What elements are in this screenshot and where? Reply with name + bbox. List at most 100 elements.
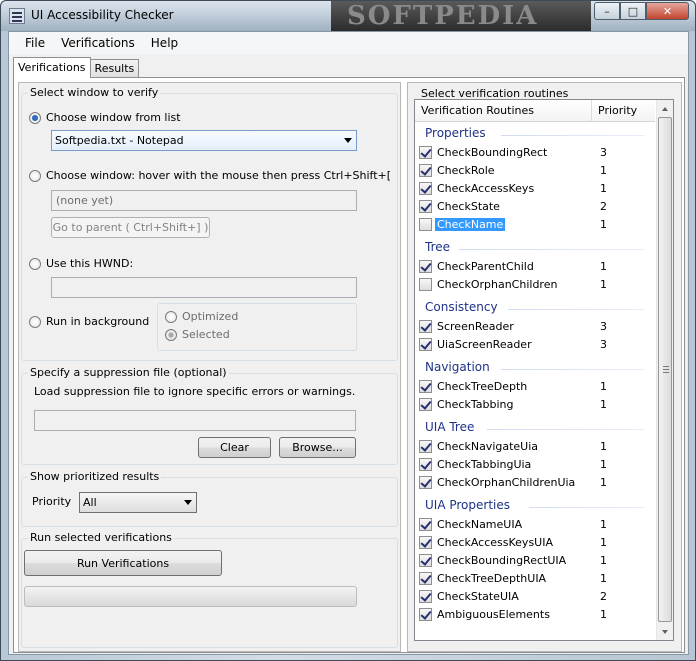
radio-selected[interactable]: Selected bbox=[165, 328, 230, 341]
radio-choose-from-list[interactable]: Choose window from list bbox=[29, 111, 181, 124]
routine-row[interactable]: CheckAccessKeys 1 bbox=[415, 180, 655, 198]
routine-row[interactable]: CheckOrphanChildrenUia 1 bbox=[415, 474, 655, 492]
checkbox-unchecked[interactable] bbox=[419, 278, 432, 291]
clear-button[interactable]: Clear bbox=[198, 437, 271, 458]
radio-use-hwnd-label: Use this HWND: bbox=[46, 257, 134, 270]
scroll-up-arrow[interactable] bbox=[657, 100, 673, 117]
routines-list[interactable]: Verification Routines Priority Propertie… bbox=[414, 99, 674, 641]
radio-optimized[interactable]: Optimized bbox=[165, 310, 238, 323]
hwnd-field[interactable] bbox=[51, 277, 357, 298]
checkbox-checked[interactable] bbox=[419, 338, 432, 351]
checkbox-checked[interactable] bbox=[419, 398, 432, 411]
routine-row[interactable]: CheckTabbing 1 bbox=[415, 396, 655, 414]
routine-row[interactable]: CheckTreeDepth 1 bbox=[415, 378, 655, 396]
routine-name: CheckTabbing bbox=[437, 398, 514, 411]
suppression-title: Specify a suppression file (optional) bbox=[28, 366, 229, 379]
close-button[interactable]: ✕ bbox=[646, 2, 689, 20]
routine-name: CheckRole bbox=[437, 164, 495, 177]
chevron-down-icon bbox=[184, 500, 192, 505]
go-to-parent-button[interactable]: Go to parent ( Ctrl+Shift+] ) bbox=[51, 217, 210, 238]
select-window-title: Select window to verify bbox=[28, 86, 161, 99]
routine-row[interactable]: CheckState 2 bbox=[415, 198, 655, 216]
routine-row[interactable]: AmbiguousElements 1 bbox=[415, 606, 655, 624]
routine-row[interactable]: CheckBoundingRect 3 bbox=[415, 144, 655, 162]
routine-priority: 3 bbox=[600, 146, 607, 159]
arrow-up-icon bbox=[662, 106, 668, 111]
routine-row[interactable]: CheckAccessKeysUIA 1 bbox=[415, 534, 655, 552]
scroll-thumb[interactable] bbox=[658, 117, 672, 622]
column-header-priority[interactable]: Priority bbox=[598, 104, 637, 117]
routine-row[interactable]: CheckTabbingUia 1 bbox=[415, 456, 655, 474]
priority-label: Priority bbox=[32, 495, 72, 508]
routine-row[interactable]: CheckBoundingRectUIA 1 bbox=[415, 552, 655, 570]
routine-row[interactable]: ScreenReader 3 bbox=[415, 318, 655, 336]
checkbox-checked[interactable] bbox=[419, 164, 432, 177]
browse-button[interactable]: Browse... bbox=[279, 437, 356, 458]
tab-verifications[interactable]: Verifications bbox=[13, 57, 91, 78]
run-group: Run selected verifications Run Verificat… bbox=[21, 531, 398, 648]
prioritized-group: Show prioritized results Priority All bbox=[21, 470, 398, 527]
title-bar[interactable]: SOFTPEDIA UI Accessibility Checker – □ ✕ bbox=[1, 1, 695, 31]
routine-name: CheckState bbox=[437, 200, 500, 213]
menu-verifications[interactable]: Verifications bbox=[53, 36, 143, 50]
minimize-button[interactable]: – bbox=[594, 2, 620, 20]
routine-priority: 1 bbox=[600, 380, 607, 393]
checkbox-checked[interactable] bbox=[419, 518, 432, 531]
routine-row[interactable]: CheckNameUIA 1 bbox=[415, 516, 655, 534]
checkbox-checked[interactable] bbox=[419, 476, 432, 489]
checkbox-checked[interactable] bbox=[419, 554, 432, 567]
checkbox-checked[interactable] bbox=[419, 320, 432, 333]
checkbox-checked[interactable] bbox=[419, 590, 432, 603]
routine-row[interactable]: CheckOrphanChildren 1 bbox=[415, 276, 655, 294]
routine-row[interactable]: CheckTreeDepthUIA 1 bbox=[415, 570, 655, 588]
column-separator[interactable] bbox=[591, 100, 592, 122]
routine-name: CheckTabbingUia bbox=[437, 458, 532, 471]
radio-optimized-label: Optimized bbox=[182, 310, 239, 323]
column-header-routines[interactable]: Verification Routines bbox=[421, 104, 534, 117]
scroll-down-arrow[interactable] bbox=[657, 623, 673, 640]
checkbox-checked[interactable] bbox=[419, 572, 432, 585]
menu-help[interactable]: Help bbox=[143, 36, 186, 50]
window-list-combo[interactable]: Softpedia.txt - Notepad bbox=[51, 130, 357, 151]
app-icon[interactable] bbox=[9, 8, 25, 24]
routine-priority: 1 bbox=[600, 182, 607, 195]
routine-row[interactable]: CheckNavigateUia 1 bbox=[415, 438, 655, 456]
checkbox-checked[interactable] bbox=[419, 608, 432, 621]
hover-window-value: (none yet) bbox=[56, 194, 114, 207]
routine-row[interactable]: CheckRole 1 bbox=[415, 162, 655, 180]
checkbox-checked[interactable] bbox=[419, 260, 432, 273]
checkbox-checked[interactable] bbox=[419, 380, 432, 393]
routine-row[interactable]: UiaScreenReader 3 bbox=[415, 336, 655, 354]
routine-row[interactable]: CheckParentChild 1 bbox=[415, 258, 655, 276]
routines-scrollbar[interactable] bbox=[656, 100, 673, 640]
routine-row[interactable]: CheckName 1 bbox=[415, 216, 655, 234]
priority-combo[interactable]: All bbox=[79, 492, 197, 513]
group-divider bbox=[459, 249, 645, 250]
priority-value: All bbox=[83, 496, 97, 509]
checkbox-checked[interactable] bbox=[419, 536, 432, 549]
group-header: UIA Properties bbox=[425, 498, 510, 512]
checkbox-checked[interactable] bbox=[419, 200, 432, 213]
checkbox-checked[interactable] bbox=[419, 182, 432, 195]
group-divider bbox=[501, 135, 645, 136]
routine-name: ScreenReader bbox=[437, 320, 514, 333]
checkbox-checked[interactable] bbox=[419, 440, 432, 453]
routine-row[interactable]: CheckStateUIA 2 bbox=[415, 588, 655, 606]
maximize-button[interactable]: □ bbox=[620, 2, 646, 20]
checkbox-unchecked[interactable] bbox=[419, 218, 432, 231]
menu-file[interactable]: File bbox=[17, 36, 53, 50]
radio-selected-label: Selected bbox=[182, 328, 230, 341]
group-header: Consistency bbox=[425, 300, 498, 314]
run-progress-bar bbox=[24, 586, 357, 607]
window-controls: – □ ✕ bbox=[594, 2, 689, 20]
radio-use-hwnd[interactable]: Use this HWND: bbox=[29, 257, 133, 270]
radio-run-background[interactable]: Run in background bbox=[29, 315, 149, 328]
run-verifications-button[interactable]: Run Verifications bbox=[24, 550, 222, 576]
arrow-down-icon bbox=[662, 629, 668, 634]
group-header: Tree bbox=[425, 240, 451, 254]
radio-hover-window[interactable]: Choose window: hover with the mouse then… bbox=[29, 169, 391, 182]
checkbox-checked[interactable] bbox=[419, 458, 432, 471]
checkbox-checked[interactable] bbox=[419, 146, 432, 159]
prioritized-title: Show prioritized results bbox=[28, 470, 162, 483]
tab-results[interactable]: Results bbox=[89, 59, 140, 78]
